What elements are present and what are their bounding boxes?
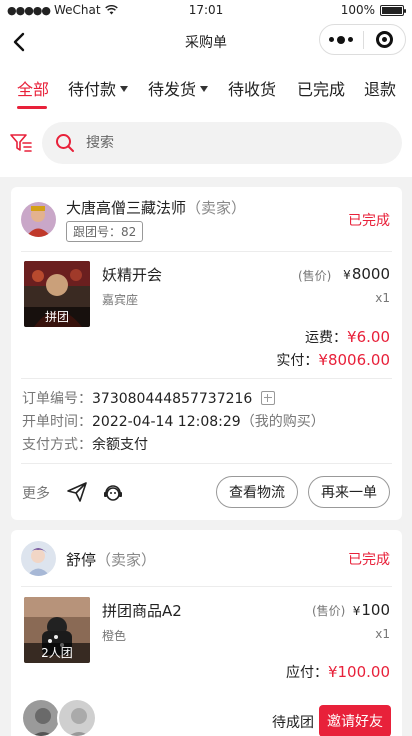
customer-service-icon[interactable]	[102, 481, 124, 503]
invite-friends-button[interactable]: 邀请好友	[319, 705, 391, 736]
battery-percent: 100%	[340, 3, 375, 17]
tab-pending-receipt[interactable]: 待收货	[228, 76, 276, 100]
product-thumbnail[interactable]: 拼团	[24, 261, 90, 327]
more-link[interactable]: 更多	[22, 483, 50, 503]
seller-avatar[interactable]	[21, 541, 56, 576]
payment-method: 支付方式：余额支付	[22, 437, 148, 453]
seller-name[interactable]: 大唐高僧三藏法师（卖家）	[66, 197, 246, 218]
tab-pending-payment[interactable]: 待付款	[68, 76, 129, 100]
search-icon	[56, 134, 74, 152]
product-name[interactable]: 妖精开会	[102, 264, 162, 285]
reorder-button[interactable]: 再来一单	[308, 476, 390, 508]
active-tab-indicator	[17, 106, 47, 109]
divider	[21, 251, 392, 252]
search-box[interactable]	[42, 122, 402, 164]
more-dots-icon[interactable]	[320, 35, 363, 44]
tab-pending-shipment[interactable]: 待发货	[148, 76, 209, 100]
battery-icon	[380, 4, 406, 16]
shipping-fee: 运费：¥6.00	[305, 328, 390, 346]
tab-refund[interactable]: 退款	[364, 76, 396, 100]
nav-bar: 采购单	[0, 20, 412, 64]
amount-due: 应付：¥100.00	[285, 663, 390, 681]
product-name[interactable]: 拼团商品A2	[102, 600, 182, 621]
group-status: 待成团	[272, 715, 314, 731]
caret-down-icon	[120, 85, 129, 92]
share-send-icon[interactable]	[66, 481, 88, 503]
product-price: ¥8000	[343, 265, 390, 283]
order-status: 已完成	[348, 213, 390, 229]
tab-completed[interactable]: 已完成	[297, 76, 345, 100]
price-tag: (售价)	[298, 269, 332, 283]
thumb-label: 2人团	[24, 643, 90, 663]
divider	[21, 586, 392, 587]
product-qty: x1	[375, 291, 390, 305]
filter-icon[interactable]	[9, 131, 33, 155]
product-qty: x1	[375, 627, 390, 641]
status-bar: ●●●●● WeChat 17:01 100%	[0, 0, 412, 20]
seller-name[interactable]: 舒停（卖家）	[66, 549, 156, 570]
product-thumbnail[interactable]: 2人团	[24, 597, 90, 663]
search-row	[0, 111, 412, 177]
product-spec: 嘉宾座	[102, 293, 139, 307]
mini-program-capsule	[319, 24, 406, 55]
caret-down-icon	[200, 85, 209, 92]
copy-icon[interactable]	[261, 391, 276, 405]
divider	[21, 378, 392, 379]
tab-all[interactable]: 全部	[17, 76, 49, 100]
seller-avatar[interactable]	[21, 202, 56, 237]
order-number: 订单编号：373080444857737216	[22, 388, 276, 408]
close-mini-program-icon[interactable]	[363, 31, 405, 48]
group-number-badge: 跟团号：82	[66, 221, 144, 242]
price-tag: (售价)	[312, 604, 346, 618]
group-member-avatar	[57, 698, 97, 736]
group-member-avatar	[21, 698, 61, 736]
amount-paid: 实付：¥8006.00	[276, 351, 390, 369]
thumb-label: 拼团	[24, 307, 90, 327]
order-status: 已完成	[348, 552, 390, 568]
order-card: 大唐高僧三藏法师（卖家） 跟团号：82 已完成 拼团 妖精开会 嘉宾座 (售价)…	[11, 187, 402, 520]
search-input[interactable]	[86, 135, 376, 151]
divider	[21, 463, 392, 464]
order-card: 舒停（卖家） 已完成 2人团 拼团商品A2 橙色 (售价) ¥100 x1 应付…	[11, 530, 402, 736]
product-spec: 橙色	[102, 629, 127, 643]
open-time: 开单时间：2022-04-14 12:08:29（我的购买）	[22, 414, 325, 430]
view-logistics-button[interactable]: 查看物流	[216, 476, 298, 508]
product-price: ¥100	[352, 601, 390, 619]
battery-status: 100%	[340, 3, 406, 17]
order-tabs: 全部 待付款 待发货 待收货 已完成 退款	[0, 64, 412, 111]
